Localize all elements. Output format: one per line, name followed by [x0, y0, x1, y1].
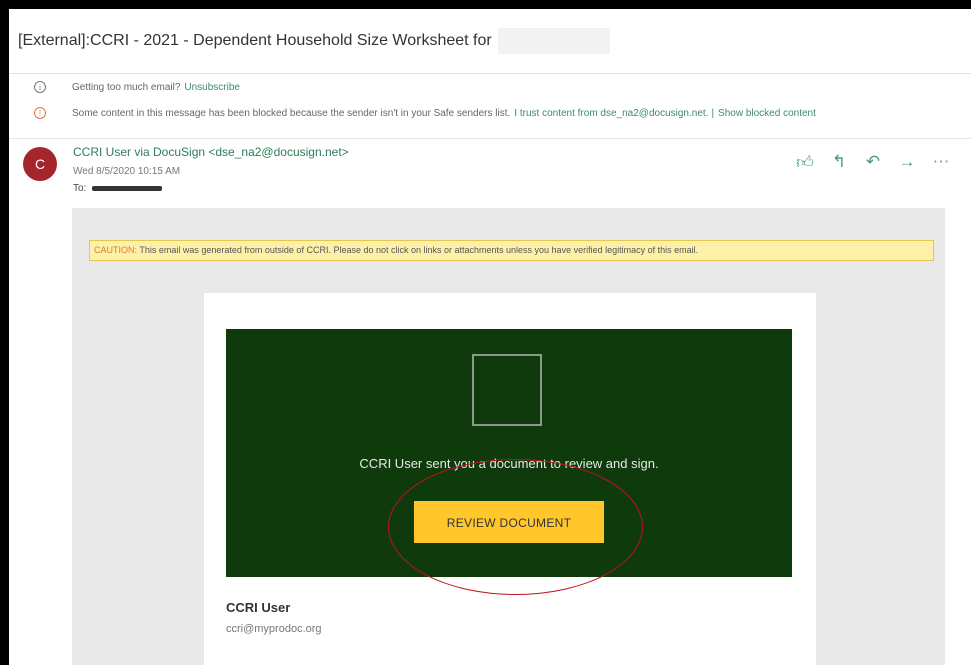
subject-text: [External]:CCRI - 2021 - Dependent House…: [18, 32, 492, 50]
show-blocked-content-link[interactable]: Show blocked content: [718, 108, 816, 119]
info-icon: i: [34, 81, 46, 93]
message-body: CAUTION: This email was generated from o…: [72, 208, 945, 665]
blocked-text: Some content in this message has been bl…: [72, 107, 511, 119]
header-divider: [9, 138, 971, 139]
email-window: [External]:CCRI - 2021 - Dependent House…: [9, 9, 971, 665]
forward-icon[interactable]: →: [897, 152, 917, 173]
unsubscribe-text: Getting too much email?: [72, 81, 181, 93]
logo-placeholder-icon: [472, 354, 542, 426]
signer-name: CCRI User: [226, 600, 291, 615]
signer-email[interactable]: ccri@myprodoc.org: [226, 623, 322, 635]
reply-all-icon[interactable]: ↶: [863, 152, 883, 173]
docusign-card: CCRI User sent you a document to review …: [204, 293, 816, 665]
subject-bar: [External]:CCRI - 2021 - Dependent House…: [9, 9, 971, 74]
redacted-recipient: [92, 185, 163, 191]
avatar[interactable]: C: [23, 147, 57, 181]
redacted-name: [497, 28, 610, 54]
trust-sender-link[interactable]: I trust content from dse_na2@docusign.ne…: [514, 108, 708, 119]
unsubscribe-link[interactable]: Unsubscribe: [184, 82, 240, 93]
reply-icon[interactable]: ↰: [829, 152, 849, 173]
sender-name[interactable]: CCRI User via DocuSign <dse_na2@docusign…: [73, 145, 349, 159]
blocked-content-notice: ! Some content in this message has been …: [34, 107, 816, 119]
more-icon[interactable]: ⋯: [931, 152, 951, 173]
caution-banner: CAUTION: This email was generated from o…: [89, 240, 934, 261]
sent-message: CCRI User sent you a document to review …: [359, 456, 659, 471]
like-icon[interactable]: 👍︎: [795, 152, 815, 173]
caution-text: This email was generated from outside of…: [139, 245, 699, 255]
review-document-button[interactable]: REVIEW DOCUMENT: [414, 501, 604, 543]
message-actions: 👍︎ ↰ ↶ → ⋯: [795, 152, 951, 173]
caution-tag: CAUTION:: [94, 245, 138, 255]
sent-date: Wed 8/5/2020 10:15 AM: [73, 166, 181, 177]
warning-icon: !: [34, 107, 46, 119]
recipient-line: To:: [73, 183, 163, 194]
docusign-header-panel: CCRI User sent you a document to review …: [226, 329, 792, 577]
email-subject: [External]:CCRI - 2021 - Dependent House…: [18, 28, 610, 54]
to-label: To:: [73, 183, 87, 194]
unsubscribe-notice: i Getting too much email? Unsubscribe: [34, 81, 240, 93]
link-separator: |: [711, 107, 715, 119]
